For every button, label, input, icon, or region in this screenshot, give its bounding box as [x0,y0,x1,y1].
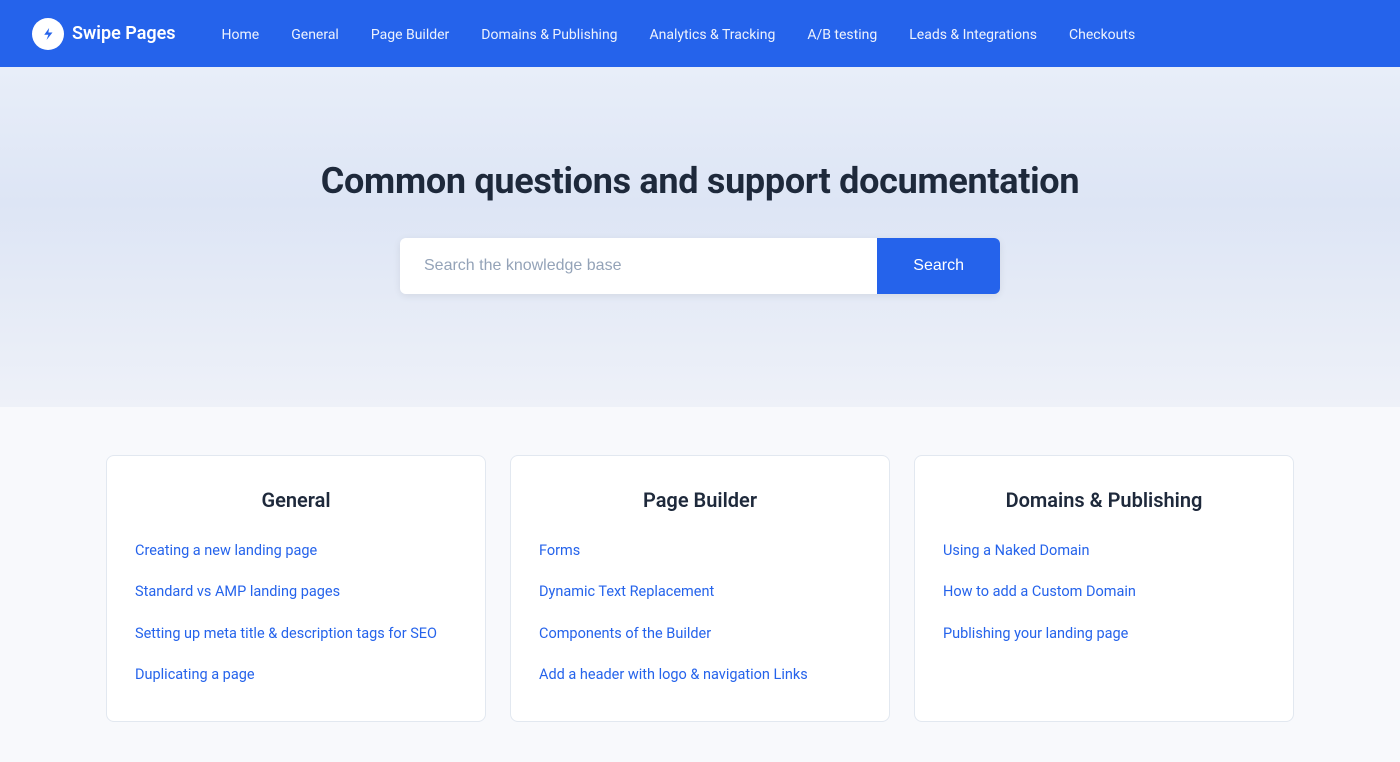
nav-leads[interactable]: Leads & Integrations [895,19,1051,51]
nav-page-builder[interactable]: Page Builder [357,19,463,51]
search-bar: Search [400,238,1000,294]
nav-analytics[interactable]: Analytics & Tracking [636,19,790,51]
card-title-general: General [135,488,457,512]
card-links-domains-publishing: Using a Naked Domain How to add a Custom … [943,540,1265,644]
card-link-domains-publishing-2[interactable]: Publishing your landing page [943,625,1128,642]
search-input[interactable] [400,238,877,294]
card-link-page-builder-0[interactable]: Forms [539,542,580,559]
hero-title: Common questions and support documentati… [321,160,1079,202]
card-link-page-builder-3[interactable]: Add a header with logo & navigation Link… [539,666,808,683]
card-title-domains-publishing: Domains & Publishing [943,488,1265,512]
nav-general[interactable]: General [277,19,353,51]
card-page-builder: Page Builder Forms Dynamic Text Replacemen… [510,455,890,722]
card-links-page-builder: Forms Dynamic Text Replacement Components … [539,540,861,685]
card-link-general-1[interactable]: Standard vs AMP landing pages [135,583,340,600]
card-link-general-3[interactable]: Duplicating a page [135,666,255,683]
cards-section: General Creating a new landing page Standa… [0,407,1400,762]
search-button[interactable]: Search [877,238,1000,294]
nav-ab-testing[interactable]: A/B testing [793,19,891,51]
card-link-page-builder-2[interactable]: Components of the Builder [539,625,711,642]
nav-home[interactable]: Home [208,19,274,51]
card-title-page-builder: Page Builder [539,488,861,512]
nav-domains[interactable]: Domains & Publishing [467,19,631,51]
card-link-general-2[interactable]: Setting up meta title & description tags… [135,625,437,642]
card-link-general-0[interactable]: Creating a new landing page [135,542,317,559]
nav-links: HomeGeneralPage BuilderDomains & Publish… [208,24,1150,43]
main-nav: Swipe Pages HomeGeneralPage BuilderDomai… [0,0,1400,67]
card-general: General Creating a new landing page Standa… [106,455,486,722]
card-link-page-builder-1[interactable]: Dynamic Text Replacement [539,583,714,600]
brand-logo[interactable]: Swipe Pages [32,18,176,50]
nav-checkouts[interactable]: Checkouts [1055,19,1149,51]
logo-icon [32,18,64,50]
hero-section: Common questions and support documentati… [0,67,1400,407]
card-link-domains-publishing-1[interactable]: How to add a Custom Domain [943,583,1136,600]
brand-name: Swipe Pages [72,23,176,44]
card-link-domains-publishing-0[interactable]: Using a Naked Domain [943,542,1089,559]
card-domains-publishing: Domains & Publishing Using a Naked Domain… [914,455,1294,722]
card-links-general: Creating a new landing page Standard vs A… [135,540,457,685]
